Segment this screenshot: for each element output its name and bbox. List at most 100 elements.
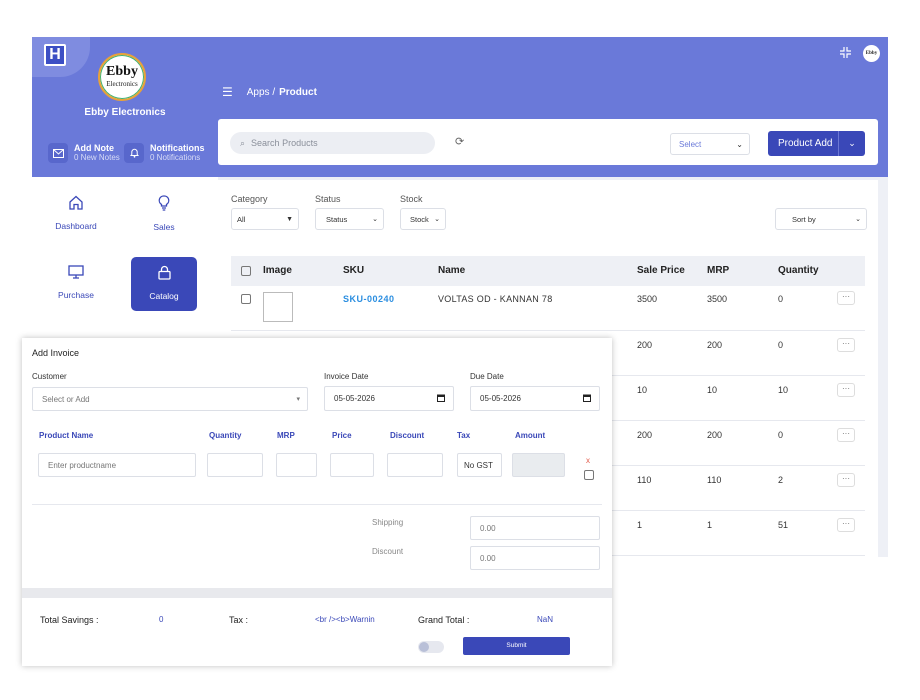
submit-button[interactable]: Submit (463, 637, 570, 655)
tax-select[interactable]: No GST (457, 453, 502, 477)
total-savings-label: Total Savings : (40, 615, 99, 625)
product-add-label: Product Add (778, 138, 833, 149)
add-note-button[interactable]: Add Note 0 New Notes (48, 139, 120, 167)
row-sku-link[interactable]: SKU-00240 (343, 294, 395, 304)
discount-total-value: 0.00 (480, 553, 496, 563)
column-header-sku: SKU (343, 265, 365, 276)
product-name-input[interactable]: Enter productname (38, 453, 196, 477)
store-logo-subtext: Electronics (106, 80, 138, 88)
chevron-down-icon: ⌄ (736, 139, 743, 149)
sidebar-item-dashboard[interactable]: Dashboard (43, 187, 109, 239)
column-header-name: Name (438, 265, 466, 276)
bulk-action-select[interactable]: Select ⌄ (670, 133, 750, 155)
calendar-icon[interactable] (583, 394, 591, 404)
brand-block: H Ebby Electronics Ebby Electronics Add … (32, 37, 218, 177)
category-filter-select[interactable]: All ▼ (231, 208, 299, 230)
sidebar-item-catalog[interactable]: Catalog (131, 257, 197, 311)
row-quantity: 2 (778, 475, 784, 485)
breadcrumb-apps[interactable]: Apps / (247, 87, 275, 98)
search-input[interactable]: ⌕ Search Products (230, 132, 435, 154)
row-sale-price: 200 (637, 430, 653, 440)
chevron-down-icon: ⌄ (434, 216, 440, 223)
row-sale-price: 10 (637, 385, 648, 395)
row-mrp: 10 (707, 385, 718, 395)
select-all-checkbox[interactable] (241, 266, 251, 276)
row-quantity: 0 (778, 340, 784, 350)
footer-separator (22, 588, 612, 598)
product-toolbar: ⌕ Search Products ⟳ Select ⌄ Product Add… (218, 119, 878, 165)
mail-icon (48, 143, 68, 163)
column-header-image: Image (263, 265, 292, 276)
sidebar-item-purchase[interactable]: Purchase (43, 257, 109, 309)
row-checkbox[interactable] (241, 294, 251, 304)
gst-toggle[interactable] (418, 641, 444, 653)
mrp-input[interactable] (276, 453, 317, 477)
divider (32, 504, 602, 505)
column-header-sale-price: Sale Price (637, 265, 685, 276)
row-more-button[interactable]: ··· (837, 428, 855, 442)
discount-input[interactable] (387, 453, 443, 477)
customer-label: Customer (32, 372, 67, 381)
search-icon: ⌕ (240, 137, 246, 148)
row-more-button[interactable]: ··· (837, 473, 855, 487)
sidebar-item-sales[interactable]: Sales (131, 187, 197, 239)
row-mrp: 1 (707, 520, 713, 530)
customer-placeholder: Select or Add (42, 394, 90, 404)
status-filter-label: Status (315, 194, 341, 204)
due-date-field[interactable]: 05-05-2026 (470, 386, 600, 411)
collapse-screen-icon[interactable] (840, 46, 851, 61)
refresh-icon[interactable]: ⟳ (455, 135, 464, 148)
column-header-quantity: Quantity (778, 265, 819, 276)
add-note-count: 0 New Notes (74, 153, 120, 162)
notifications-button[interactable]: Notifications 0 Notifications (124, 139, 205, 167)
row-mrp: 110 (707, 475, 722, 485)
quantity-input[interactable] (207, 453, 263, 477)
status-filter-select[interactable]: Status ⌄ (315, 208, 384, 230)
sort-by-select[interactable]: Sort by ⌄ (775, 208, 867, 230)
invoice-date-label: Invoice Date (324, 372, 369, 381)
caret-down-icon: ▾ (296, 396, 300, 403)
row-quantity: 0 (778, 430, 784, 440)
column-header-amount: Amount (515, 431, 546, 440)
hamburger-menu-icon[interactable]: ☰ (222, 85, 233, 99)
stock-filter-value: Stock (410, 214, 429, 224)
add-invoice-dialog: Add Invoice Customer Select or Add ▾ Inv… (22, 338, 612, 666)
row-select-checkbox[interactable] (584, 470, 594, 480)
store-logo-text: Ebby (106, 64, 138, 79)
column-header-price: Price (332, 431, 352, 440)
table-row[interactable]: SKU-00240 VOLTAS OD - KANNAN 78 3500 350… (231, 286, 865, 331)
invoice-date-value: 05-05-2026 (334, 394, 375, 403)
invoice-date-field[interactable]: 05-05-2026 (324, 386, 454, 411)
breadcrumb: ☰ Apps / Product (222, 85, 317, 99)
app-logo-icon[interactable]: H (44, 44, 66, 66)
column-header-mrp: MRP (707, 265, 730, 276)
row-mrp: 200 (707, 430, 723, 440)
search-placeholder: Search Products (251, 138, 318, 148)
customer-select[interactable]: Select or Add ▾ (32, 387, 308, 411)
row-more-button[interactable]: ··· (837, 383, 855, 397)
discount-total-input[interactable]: 0.00 (470, 546, 600, 570)
product-add-button[interactable]: Product Add ⌄ (768, 131, 865, 156)
notifications-label: Notifications (150, 143, 205, 153)
shipping-input[interactable]: 0.00 (470, 516, 600, 540)
stock-filter-select[interactable]: Stock ⌄ (400, 208, 446, 230)
tax-value: No GST (464, 460, 493, 470)
sidebar-item-label: Catalog (149, 291, 179, 301)
remove-row-icon[interactable]: x (586, 456, 590, 465)
shipping-label: Shipping (372, 518, 404, 527)
calendar-icon[interactable] (437, 394, 445, 404)
breadcrumb-current: Product (279, 86, 317, 98)
row-sale-price: 110 (637, 475, 652, 485)
total-savings-value: 0 (159, 615, 164, 624)
row-more-button[interactable]: ··· (837, 338, 855, 352)
sidebar-item-label: Purchase (58, 290, 94, 300)
column-header-mrp: MRP (277, 431, 295, 440)
row-sale-price: 200 (637, 340, 653, 350)
chevron-down-icon[interactable]: ⌄ (838, 131, 865, 156)
row-sale-price: 1 (637, 520, 643, 530)
row-more-button[interactable]: ··· (837, 518, 855, 532)
price-input[interactable] (330, 453, 374, 477)
table-header: Image SKU Name Sale Price MRP Quantity (231, 256, 865, 286)
avatar[interactable]: Ebby (863, 45, 880, 62)
row-more-button[interactable]: ··· (837, 291, 855, 305)
